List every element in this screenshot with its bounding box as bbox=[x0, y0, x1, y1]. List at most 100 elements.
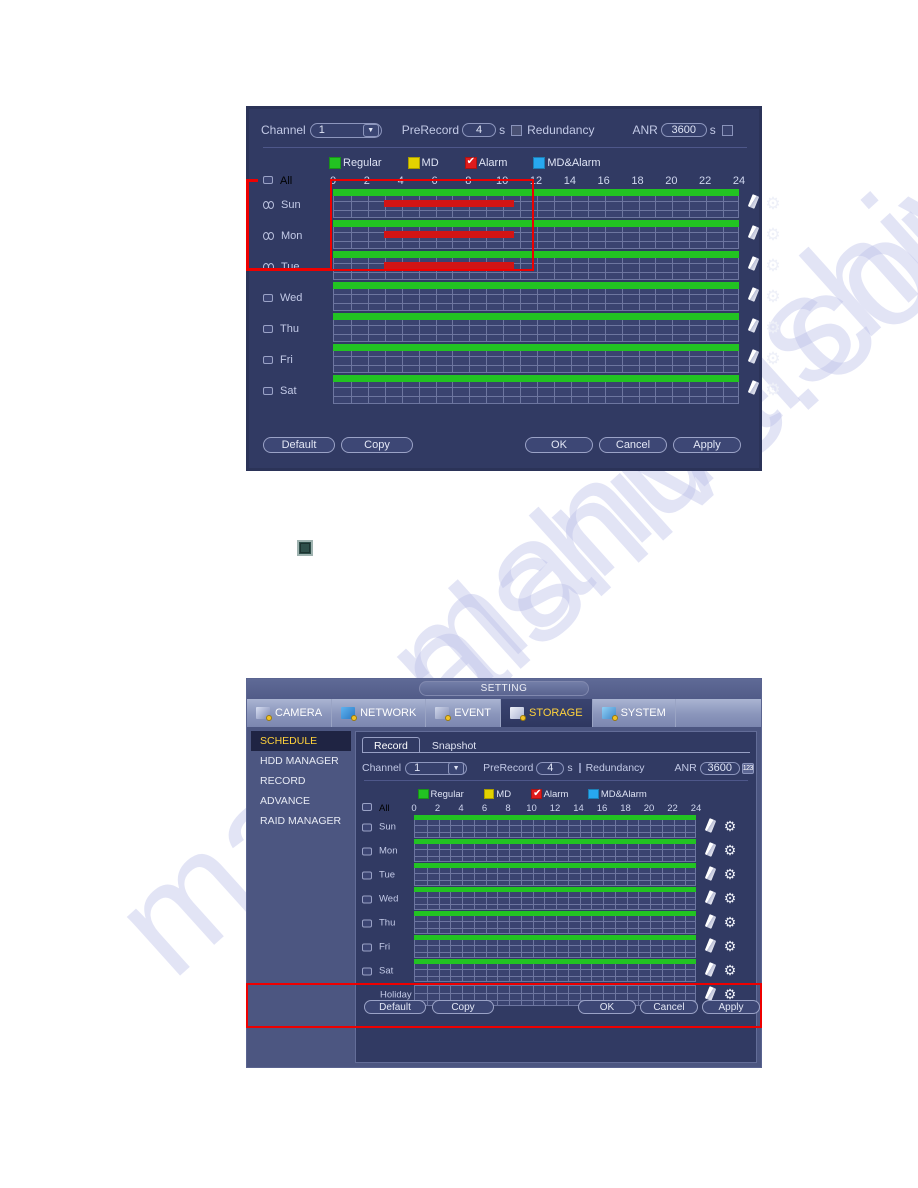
legend-swatch[interactable] bbox=[483, 788, 495, 800]
legend-swatch-checked[interactable] bbox=[464, 156, 477, 169]
bar-regular[interactable] bbox=[333, 344, 739, 351]
eraser-icon[interactable] bbox=[704, 939, 717, 954]
eraser-icon[interactable] bbox=[747, 257, 760, 272]
row-label-wed[interactable]: Wed bbox=[263, 292, 302, 304]
eraser-icon[interactable] bbox=[704, 891, 717, 906]
row-all[interactable]: All bbox=[263, 175, 292, 187]
prerecord-input[interactable]: 4 bbox=[536, 761, 565, 775]
eraser-icon[interactable] bbox=[704, 963, 717, 978]
checkbox-all[interactable] bbox=[362, 803, 372, 811]
legend-swatch[interactable] bbox=[533, 157, 546, 169]
sidebar-item-raid-manager[interactable]: RAID MANAGER bbox=[251, 811, 351, 831]
eraser-icon[interactable] bbox=[747, 319, 760, 334]
legend-item-alarm[interactable]: Alarm bbox=[464, 156, 507, 169]
subtab-record[interactable]: Record bbox=[362, 737, 420, 753]
legend-item-md[interactable]: MD bbox=[407, 157, 439, 169]
row-label-sat[interactable]: Sat bbox=[263, 385, 297, 397]
bar-regular[interactable] bbox=[414, 839, 696, 844]
gear-icon[interactable]: ⚙ bbox=[722, 939, 738, 955]
sidebar-item-schedule[interactable]: SCHEDULE bbox=[251, 731, 351, 751]
anr-input[interactable]: 3600 bbox=[660, 123, 707, 137]
anr-checkbox[interactable] bbox=[721, 124, 733, 136]
bar-regular[interactable] bbox=[414, 815, 696, 820]
row-label-mon[interactable]: Mon bbox=[362, 846, 397, 857]
checkbox-wed[interactable] bbox=[263, 293, 273, 302]
row-label-sun[interactable]: Sun bbox=[362, 822, 396, 833]
checkbox-sun[interactable] bbox=[362, 823, 372, 831]
schedule-track[interactable] bbox=[414, 841, 696, 862]
legend-swatch[interactable] bbox=[588, 788, 599, 800]
row-label-sat[interactable]: Sat bbox=[362, 966, 393, 977]
eraser-icon[interactable] bbox=[704, 867, 717, 882]
gear-icon[interactable]: ⚙ bbox=[722, 891, 738, 907]
eraser-icon[interactable] bbox=[747, 350, 760, 365]
bar-regular[interactable] bbox=[333, 313, 739, 320]
row-label-fri[interactable]: Fri bbox=[263, 354, 293, 366]
gear-icon[interactable]: ⚙ bbox=[722, 819, 738, 835]
subtab-snapshot[interactable]: Snapshot bbox=[420, 737, 488, 753]
row-label-wed[interactable]: Wed bbox=[362, 894, 398, 905]
eraser-icon[interactable] bbox=[747, 381, 760, 396]
checkbox-fri[interactable] bbox=[263, 355, 273, 364]
checkbox-fri[interactable] bbox=[362, 943, 372, 951]
tab-storage[interactable]: STORAGE bbox=[500, 699, 593, 727]
legend-item-mdalarm[interactable]: MD&Alarm bbox=[588, 788, 647, 800]
legend-swatch-checked[interactable] bbox=[531, 788, 542, 799]
bar-regular[interactable] bbox=[414, 935, 696, 940]
row-label-sun[interactable]: Sun bbox=[263, 199, 301, 211]
apply-button[interactable]: Apply bbox=[673, 437, 741, 453]
checkbox-mon[interactable] bbox=[362, 847, 372, 855]
link-icon[interactable] bbox=[263, 231, 275, 240]
legend-item-mdalarm[interactable]: MD&Alarm bbox=[533, 157, 601, 169]
prerecord-input[interactable]: 4 bbox=[462, 123, 497, 137]
checkbox-tue[interactable] bbox=[362, 871, 372, 879]
gear-icon[interactable]: ⚙ bbox=[722, 867, 738, 883]
schedule-track[interactable] bbox=[414, 937, 696, 958]
schedule-track[interactable] bbox=[414, 961, 696, 982]
bar-regular[interactable] bbox=[414, 863, 696, 868]
gear-icon[interactable]: ⚙ bbox=[765, 257, 781, 274]
gear-icon[interactable]: ⚙ bbox=[765, 319, 781, 336]
anr-input[interactable]: 3600 bbox=[699, 761, 740, 775]
legend-item-alarm[interactable]: Alarm bbox=[531, 788, 568, 800]
schedule-track[interactable] bbox=[414, 913, 696, 934]
sidebar-item-record[interactable]: RECORD bbox=[251, 771, 351, 791]
default-button[interactable]: Default bbox=[263, 437, 335, 453]
ok-button[interactable]: OK bbox=[525, 437, 593, 453]
tab-event[interactable]: EVENT bbox=[426, 699, 501, 727]
eraser-icon[interactable] bbox=[747, 195, 760, 210]
tab-system[interactable]: SYSTEM bbox=[593, 699, 676, 727]
gear-icon[interactable]: ⚙ bbox=[722, 843, 738, 859]
row-label-thu[interactable]: Thu bbox=[263, 323, 299, 335]
tab-camera[interactable]: CAMERA bbox=[247, 699, 333, 727]
checkbox-wed[interactable] bbox=[362, 895, 372, 903]
sidebar-item-advance[interactable]: ADVANCE bbox=[251, 791, 351, 811]
checkbox-sat[interactable] bbox=[263, 386, 273, 395]
bar-regular[interactable] bbox=[333, 375, 739, 382]
gear-icon[interactable]: ⚙ bbox=[765, 288, 781, 305]
legend-swatch[interactable] bbox=[329, 157, 341, 169]
checkbox-thu[interactable] bbox=[263, 324, 273, 333]
tab-network[interactable]: NETWORK bbox=[332, 699, 427, 727]
bar-regular[interactable] bbox=[414, 887, 696, 892]
checkbox-thu[interactable] bbox=[362, 919, 372, 927]
gear-icon[interactable]: ⚙ bbox=[765, 195, 781, 212]
schedule-track[interactable] bbox=[414, 889, 696, 910]
checkbox-all[interactable] bbox=[263, 176, 273, 184]
row-label-mon[interactable]: Mon bbox=[263, 230, 302, 242]
gear-icon[interactable]: ⚙ bbox=[765, 381, 781, 398]
eraser-icon[interactable] bbox=[747, 226, 760, 241]
gear-icon[interactable]: ⚙ bbox=[722, 915, 738, 931]
row-all[interactable]: All bbox=[362, 803, 390, 814]
channel-select[interactable]: 1 ▼ bbox=[405, 761, 468, 775]
legend-swatch[interactable] bbox=[407, 157, 420, 169]
gear-icon[interactable]: ⚙ bbox=[765, 226, 781, 243]
eraser-icon[interactable] bbox=[704, 843, 717, 858]
bar-regular[interactable] bbox=[414, 911, 696, 916]
row-label-fri[interactable]: Fri bbox=[362, 942, 390, 953]
eraser-icon[interactable] bbox=[747, 288, 760, 303]
channel-select[interactable]: 1 ▼ bbox=[309, 122, 382, 138]
bar-regular[interactable] bbox=[414, 959, 696, 964]
eraser-icon[interactable] bbox=[704, 915, 717, 930]
numeric-keypad-icon[interactable]: 123 bbox=[741, 762, 754, 774]
